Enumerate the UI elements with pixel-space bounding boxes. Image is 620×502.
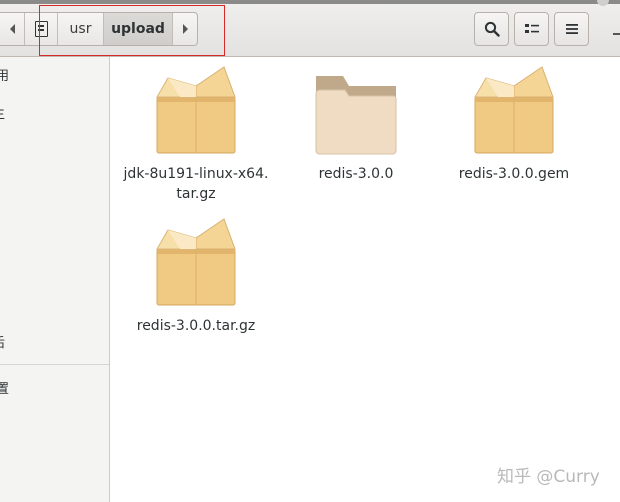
annotation-highlight-box	[39, 5, 225, 56]
list-view-icon	[524, 24, 539, 33]
window-top-edge	[0, 0, 620, 4]
hamburger-menu-icon	[565, 24, 578, 34]
view-mode-button[interactable]	[514, 12, 549, 46]
search-icon	[484, 21, 500, 37]
folder-name: redis-3.0.0	[318, 166, 394, 182]
file-name-line2: tar.gz	[176, 186, 216, 202]
sidebar-separator	[0, 364, 109, 365]
sidebar-item-1[interactable]: 用	[0, 65, 9, 84]
watermark: 知乎 @Curry	[497, 467, 600, 487]
sidebar: 用 主 后 置	[0, 57, 110, 502]
sidebar-item-3[interactable]: 后	[0, 332, 5, 351]
archive-box-icon	[156, 66, 236, 154]
file-item[interactable]: jdk-8u191-linux-x64. tar.gz	[122, 64, 270, 204]
path-back-button[interactable]	[0, 13, 25, 45]
file-name: jdk-8u191-linux-x64. tar.gz	[124, 164, 269, 204]
file-item[interactable]: redis-3.0.0.tar.gz	[132, 216, 260, 336]
minimize-button[interactable]	[613, 33, 620, 35]
window-handle	[597, 0, 609, 6]
search-button[interactable]	[474, 12, 509, 46]
file-item[interactable]: redis-3.0.0.gem	[450, 64, 578, 184]
archive-box-icon	[474, 66, 554, 154]
sidebar-item-2[interactable]: 主	[0, 103, 5, 122]
file-name-line1: jdk-8u191-linux-x64.	[123, 166, 269, 182]
folder-icon	[315, 76, 397, 155]
menu-button[interactable]	[554, 12, 589, 46]
folder-item[interactable]: redis-3.0.0	[292, 64, 420, 184]
file-name: redis-3.0.0.gem	[458, 166, 570, 182]
file-name: redis-3.0.0.tar.gz	[136, 318, 256, 334]
chevron-left-icon	[9, 24, 15, 34]
sidebar-item-4[interactable]: 置	[0, 378, 9, 397]
archive-box-icon	[156, 218, 236, 306]
